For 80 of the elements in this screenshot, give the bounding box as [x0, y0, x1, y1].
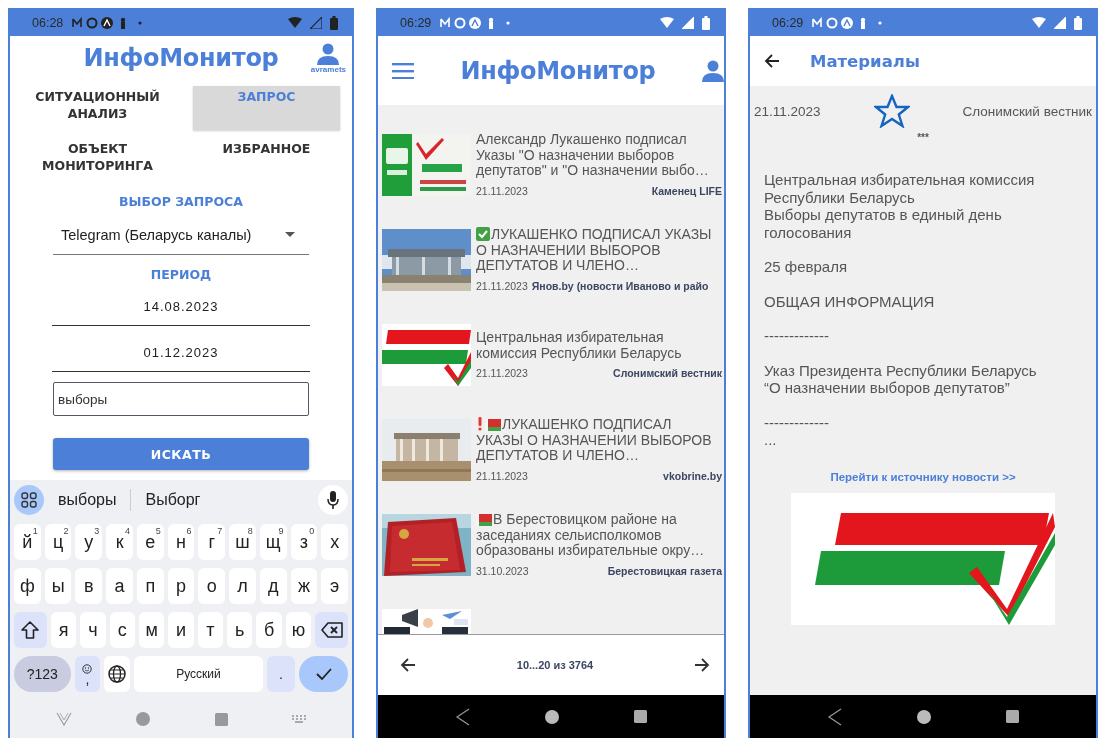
article-paragraph: Центральная избирательная комиссия Республики Беларусь Выборы депутатов в единый день голосования — [764, 171, 1036, 241]
news-source: vkobrine.by — [663, 469, 722, 482]
search-field[interactable]: выборы — [53, 382, 309, 416]
news-date: 21.11.2023 — [476, 469, 528, 482]
news-title[interactable]: Александр Лукашенко подписал Указы "О назначении выборов депутатов" и "О назначении выбо… — [476, 132, 722, 179]
key-hint: 2 — [63, 526, 69, 536]
section-label: ВЫБОР ЗАПРОСА — [119, 194, 243, 209]
key[interactable]: э — [321, 568, 349, 604]
key[interactable]: п — [136, 568, 164, 604]
news-source: Янов.by (новости Иваново и райо — [531, 279, 709, 292]
article-paragraph: 25 февраля — [764, 258, 849, 276]
tab[interactable]: ОБЪЕКТ МОНИТОРИНГА — [24, 138, 171, 182]
news-title[interactable]: В Берестовицком районе на заседаниях сельисполкомов образованы избирательные окру… — [476, 512, 722, 559]
news-date: 21.11.2023 — [476, 367, 528, 379]
emoji-key[interactable]: , — [74, 656, 101, 692]
date-field[interactable]: 14.08.2023 — [52, 284, 310, 326]
key-hint: 8 — [247, 526, 253, 536]
key[interactable]: х — [321, 524, 349, 560]
key[interactable]: ь — [227, 612, 253, 648]
date-field[interactable]: 01.12.2023 — [52, 330, 310, 372]
key[interactable]: м — [139, 612, 165, 648]
status-time: 06:28 — [32, 16, 64, 30]
article-paragraph: ------------- ... — [764, 413, 830, 449]
tab[interactable]: СИТУАЦИОННЫЙ АНАЛИЗ — [24, 86, 171, 130]
news-title[interactable]: ЛУКАШЕНКО ПОДПИСАЛ УКАЗЫ О НАЗНАЧЕНИИ ВЫБОРОВ ДЕПУТАТОВ И ЧЛЕНО… — [476, 227, 722, 274]
news-date: 31.10.2023 — [476, 564, 529, 577]
screen-title: Материалы — [810, 51, 920, 71]
search-button[interactable]: ИСКАТЬ — [53, 438, 309, 470]
key-hint: 0 — [309, 526, 315, 536]
article-source: Слонимский вестник — [962, 103, 1092, 119]
key[interactable]: ж — [290, 568, 318, 604]
key-hint: 3 — [94, 526, 100, 536]
article-paragraph: ОБЩАЯ ИНФОРМАЦИЯ — [764, 292, 936, 310]
key[interactable]: л — [229, 568, 256, 604]
source-link[interactable]: Перейти к источнику новости >> — [830, 470, 1016, 483]
app-title: ИнфоМонитор — [460, 56, 656, 85]
article-paragraph: Указ Президента Республики Беларусь “О назначении выборов депутатов” — [764, 361, 1038, 397]
tab[interactable]: ИЗБРАННОЕ — [193, 138, 340, 182]
news-date: 21.11.2023 — [476, 279, 528, 292]
key[interactable]: ю — [285, 612, 312, 648]
key[interactable]: т — [197, 612, 223, 648]
separator-text: *** — [917, 132, 929, 143]
request-dropdown[interactable]: Telegram (Беларусь каналы) — [53, 215, 309, 255]
key[interactable]: ф — [14, 568, 41, 604]
key[interactable]: с — [109, 612, 135, 648]
key-hint: 7 — [217, 526, 223, 536]
suggestion[interactable]: выборы — [44, 491, 131, 509]
app-title: ИнфоМонитор — [83, 44, 279, 72]
key[interactable]: ы — [44, 568, 72, 604]
news-source: Слонимский вестник — [613, 367, 722, 379]
key-hint: 9 — [278, 526, 284, 536]
key-hint: 6 — [186, 526, 192, 536]
key[interactable]: о — [198, 568, 226, 604]
key[interactable]: р — [167, 568, 195, 604]
news-date: 21.11.2023 — [476, 184, 528, 197]
period-key[interactable]: . — [266, 656, 296, 692]
key-hint: 1 — [32, 526, 38, 536]
section-label: ПЕРИОД — [150, 267, 212, 282]
key[interactable]: и — [168, 612, 194, 648]
symbols-key[interactable]: ?123 — [14, 656, 71, 692]
key[interactable]: ч — [80, 612, 106, 648]
news-source: Каменец LIFE — [651, 184, 722, 197]
key-hint: 4 — [124, 526, 130, 536]
news-source: Берестовицкая газета — [607, 564, 722, 577]
user-name: avramets — [310, 64, 346, 74]
news-title[interactable]: Центральная избирательная комиссия Республики Беларусь — [476, 330, 722, 361]
page-counter: 10...20 из 3764 — [516, 659, 594, 671]
key[interactable]: д — [259, 568, 287, 604]
space-key[interactable]: Русский — [134, 656, 263, 692]
news-title[interactable]: ЛУКАШЕНКО ПОДПИСАЛ УКАЗЫ О НАЗНАЧЕНИИ ВЫБОРОВ ДЕПУТАТОВ И ЧЛЕНО… — [476, 417, 722, 464]
status-time: 06:29 — [772, 16, 804, 30]
suggestion[interactable]: Выборг — [131, 491, 215, 509]
status-time: 06:29 — [400, 16, 432, 30]
key[interactable]: б — [256, 612, 282, 648]
key[interactable]: я — [50, 612, 77, 648]
key[interactable]: а — [106, 568, 133, 604]
article-paragraph: ------------- — [764, 327, 830, 345]
key[interactable]: в — [75, 568, 103, 604]
article-date: 21.11.2023 — [754, 103, 821, 119]
key-hint: 5 — [155, 526, 161, 536]
